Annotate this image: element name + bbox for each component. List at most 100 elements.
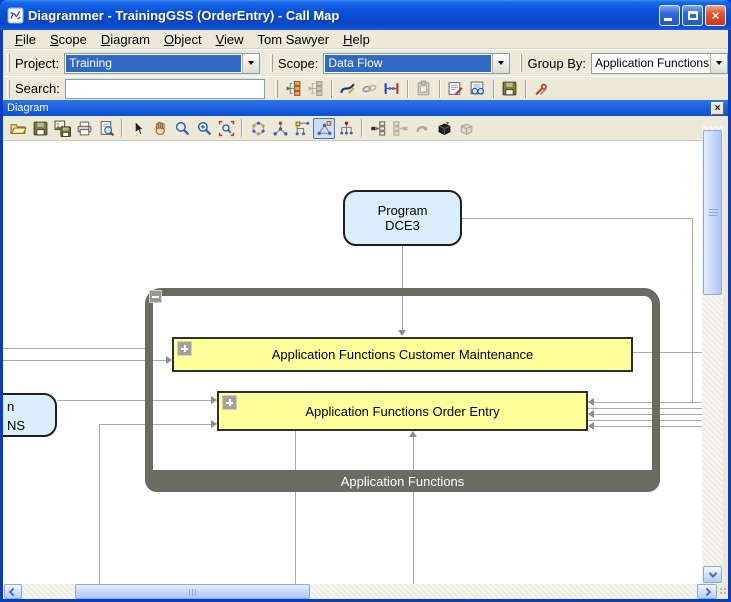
right-filler xyxy=(723,116,728,599)
window-titlebar[interactable]: Diagrammer - TrainingGSS (OrderEntry) - … xyxy=(0,0,731,30)
print-preview-icon[interactable] xyxy=(95,118,117,139)
undo-disabled-icon xyxy=(411,118,433,139)
resize-grip[interactable] xyxy=(717,584,728,599)
chevron-down-icon xyxy=(248,61,254,65)
project-combobox[interactable]: Training xyxy=(64,53,260,74)
connector-line xyxy=(3,348,145,349)
vertical-scrollbar-thumb[interactable] xyxy=(703,130,722,295)
maximize-button[interactable] xyxy=(682,5,703,26)
save-icon[interactable] xyxy=(29,118,51,139)
menu-diagram[interactable]: Diagram xyxy=(94,31,157,48)
circular-layout-icon[interactable] xyxy=(247,118,269,139)
zoom-icon[interactable] xyxy=(171,118,193,139)
thumb-grip xyxy=(709,209,718,217)
symmetric-layout-icon[interactable] xyxy=(269,118,291,139)
spring-layout-icon[interactable] xyxy=(313,118,335,139)
orthogonal-layout-icon[interactable] xyxy=(291,118,313,139)
3d-disabled-icon xyxy=(455,118,477,139)
connector-line xyxy=(99,424,100,584)
chevron-down-icon xyxy=(716,61,722,65)
close-button[interactable]: × xyxy=(705,5,726,26)
pan-icon[interactable] xyxy=(149,118,171,139)
horizontal-scrollbar-thumb[interactable] xyxy=(75,584,310,599)
chevron-left-icon xyxy=(9,587,17,595)
view-report-icon[interactable] xyxy=(467,78,489,99)
menu-tom-sawyer[interactable]: Tom Sawyer xyxy=(251,31,337,48)
menu-help[interactable]: Help xyxy=(336,31,377,48)
scroll-down-button[interactable] xyxy=(703,566,722,583)
window-title: Diagrammer - TrainingGSS (OrderEntry) - … xyxy=(28,8,659,23)
save-icon[interactable] xyxy=(499,78,521,99)
vertical-scrollbar[interactable] xyxy=(702,126,723,584)
diagram-canvas[interactable]: Program DCE3 n NS Application Functions … xyxy=(3,141,702,584)
project-value: Training xyxy=(66,55,241,72)
select-icon[interactable] xyxy=(127,118,149,139)
box-customer-maintenance[interactable]: Application Functions Customer Maintenan… xyxy=(172,337,633,372)
plus-icon xyxy=(184,345,186,352)
menu-view[interactable]: View xyxy=(209,31,251,48)
tree-layout-icon[interactable] xyxy=(335,118,357,139)
edit-report-icon[interactable] xyxy=(445,78,467,99)
hierarchy-expand-icon[interactable] xyxy=(283,78,305,99)
scroll-left-button[interactable] xyxy=(4,584,22,599)
expand-order-entry-button[interactable] xyxy=(222,395,237,410)
zoom-area-icon[interactable] xyxy=(215,118,237,139)
groupby-combobox[interactable]: Application Functions xyxy=(591,53,728,74)
toolbar-separator xyxy=(241,119,243,137)
collapse-nodes-icon xyxy=(389,118,411,139)
box-label: Application Functions Customer Maintenan… xyxy=(272,347,534,362)
scope-combobox[interactable]: Data Flow xyxy=(323,53,509,74)
maximize-icon xyxy=(688,11,698,20)
node-left-clipped[interactable]: n NS xyxy=(3,393,57,437)
groupby-dropdown-button[interactable] xyxy=(710,54,727,73)
diagram-panel-titlebar[interactable]: Diagram × xyxy=(3,100,728,116)
save-image-icon[interactable] xyxy=(51,118,73,139)
toolbar-grip[interactable] xyxy=(270,54,273,72)
groupby-label: Group By: xyxy=(527,56,586,71)
zoom-in-icon[interactable] xyxy=(193,118,215,139)
toolbar-grip[interactable] xyxy=(7,80,10,98)
expand-customer-maintenance-button[interactable] xyxy=(177,341,192,356)
menu-file[interactable]: File xyxy=(8,31,43,48)
endpoints-icon[interactable] xyxy=(381,78,403,99)
toolbar-separator xyxy=(407,80,409,98)
search-toolbar: Search: xyxy=(3,76,728,100)
search-input[interactable] xyxy=(65,79,265,99)
plus-icon xyxy=(229,399,231,406)
diagram-toolbar xyxy=(3,116,728,141)
overview-icon[interactable] xyxy=(433,118,455,139)
project-label: Project: xyxy=(15,56,59,71)
print-icon[interactable] xyxy=(73,118,95,139)
horizontal-scrollbar[interactable] xyxy=(3,584,717,599)
menu-bar: File Scope Diagram Object View Tom Sawye… xyxy=(3,30,728,49)
toolbar-separator xyxy=(361,119,363,137)
connector-line xyxy=(462,218,693,219)
toolbar-grip[interactable] xyxy=(520,54,523,72)
link-disabled-icon xyxy=(359,78,381,99)
open-icon[interactable] xyxy=(7,118,29,139)
diagram-panel-close-button[interactable]: × xyxy=(711,102,724,115)
paste-disabled-icon xyxy=(413,78,435,99)
collapse-group-button[interactable] xyxy=(149,290,162,303)
group-container-application-functions[interactable]: Application Functions xyxy=(145,288,660,492)
thumb-grip xyxy=(189,589,198,596)
toolbar-separator xyxy=(493,80,495,98)
toolbar-separator xyxy=(331,80,333,98)
scope-label: Scope: xyxy=(278,56,318,71)
box-order-entry[interactable]: Application Functions Order Entry xyxy=(217,391,588,431)
edit-flow-icon[interactable] xyxy=(337,78,359,99)
menu-scope[interactable]: Scope xyxy=(43,31,94,48)
tools-icon[interactable] xyxy=(531,78,553,99)
menu-object[interactable]: Object xyxy=(157,31,209,48)
minimize-button[interactable] xyxy=(659,5,680,26)
scope-value: Data Flow xyxy=(325,55,490,72)
groupby-value: Application Functions xyxy=(592,54,710,73)
project-dropdown-button[interactable] xyxy=(242,54,259,73)
scope-dropdown-button[interactable] xyxy=(492,54,509,73)
expand-nodes-icon[interactable] xyxy=(367,118,389,139)
scroll-right-button[interactable] xyxy=(697,584,717,599)
toolbar-grip[interactable] xyxy=(275,80,278,98)
node-label: DCE3 xyxy=(385,218,420,233)
toolbar-grip[interactable] xyxy=(7,54,10,72)
node-program-dce3[interactable]: Program DCE3 xyxy=(343,190,462,246)
